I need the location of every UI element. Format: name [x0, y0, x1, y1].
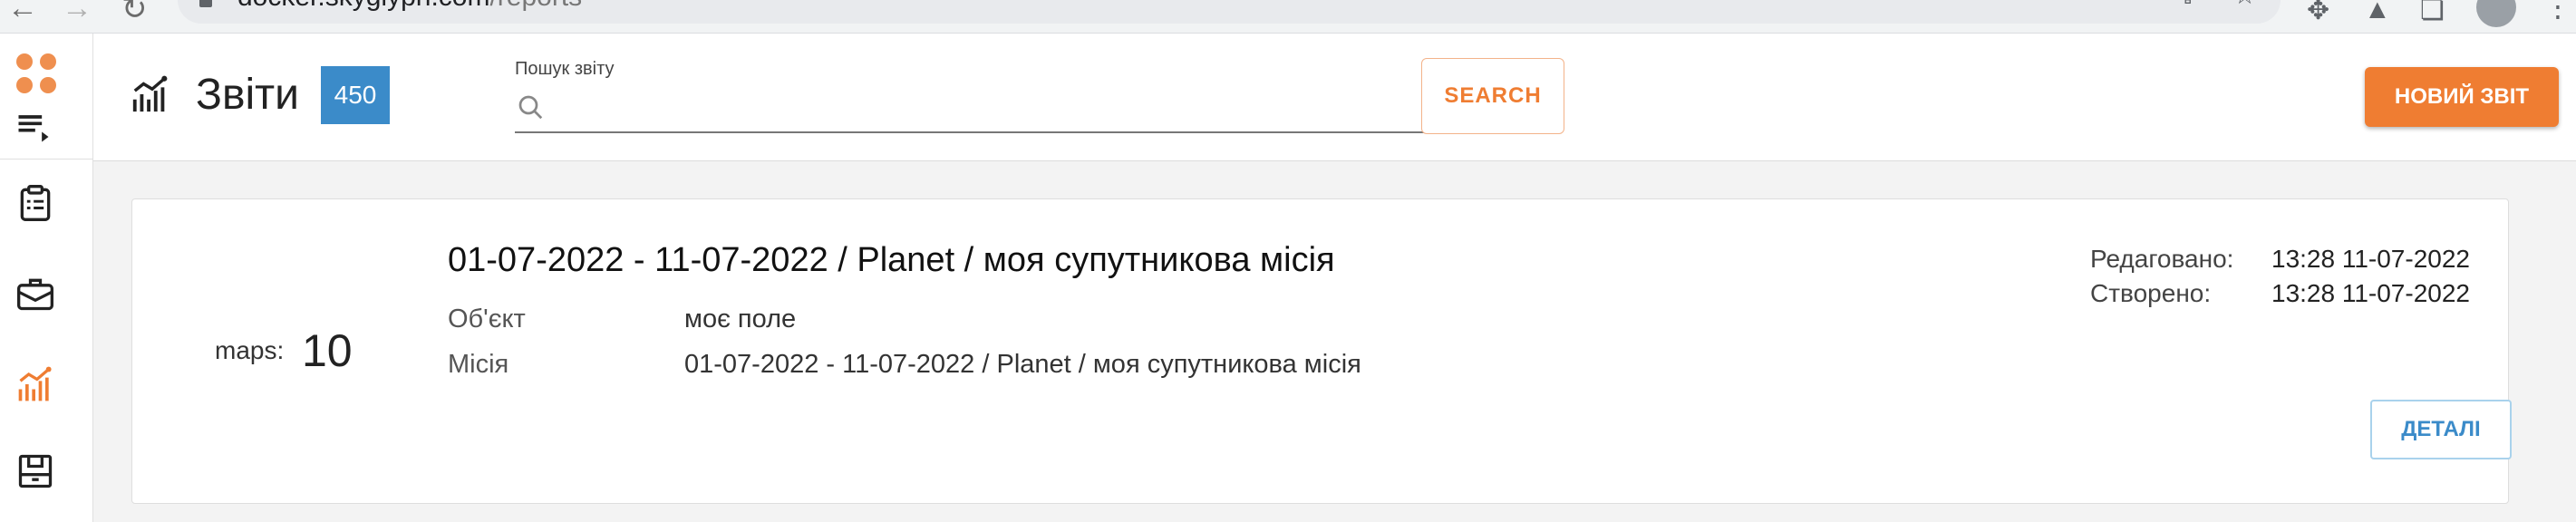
mission-value: 01-07-2022 - 11-07-2022 / Planet / моя с…: [684, 350, 1361, 379]
sidebar: [0, 34, 93, 522]
browser-toolbar: ← → ↻ docker.skyglyph.com/reports ⇪ ☆ ✥ …: [0, 0, 2576, 34]
maps-label: maps:: [215, 336, 285, 364]
app-logo-icon[interactable]: [16, 53, 58, 95]
new-report-button[interactable]: НОВИЙ ЗВІТ: [2365, 67, 2559, 127]
report-count-badge: 450: [321, 66, 390, 124]
briefcase-icon: [17, 278, 53, 311]
mission-label: Місія: [448, 350, 509, 379]
sidebar-item-archive[interactable]: [15, 450, 56, 492]
maps-count: 10: [302, 325, 353, 376]
address-bar[interactable]: docker.skyglyph.com/reports ⇪ ☆: [178, 0, 2281, 24]
search-input[interactable]: [547, 87, 1515, 129]
analytics-icon: [18, 366, 52, 401]
edited-label: Редаговано:: [2090, 245, 2234, 273]
reload-icon[interactable]: ↻: [121, 0, 148, 27]
bookmark-star-icon[interactable]: ☆: [2233, 0, 2256, 10]
archive-icon: [18, 454, 53, 488]
share-icon[interactable]: ⇪: [2177, 0, 2198, 10]
sidebar-item-projects[interactable]: [15, 273, 56, 314]
extensions-puzzle-icon[interactable]: ✥: [2307, 0, 2329, 26]
page-header: Звіти 450 Пошук звіту SEARCH НОВИЙ ЗВІТ: [93, 34, 2576, 161]
profile-avatar[interactable]: [2476, 0, 2516, 27]
menu-toggle-icon[interactable]: [13, 106, 54, 148]
created-value: 13:28 11-07-2022: [2271, 279, 2470, 307]
tab-search-icon[interactable]: ❏: [2420, 0, 2445, 26]
report-card: maps: 10 01-07-2022 - 11-07-2022 / Plane…: [131, 198, 2512, 504]
report-title: 01-07-2022 - 11-07-2022 / Planet / моя с…: [448, 241, 1335, 279]
page-title: Звіти: [196, 71, 299, 119]
sidebar-item-reports[interactable]: [15, 363, 56, 405]
created-label: Створено:: [2090, 279, 2212, 307]
clipboard-icon: [20, 185, 51, 221]
edited-value: 13:28 11-07-2022: [2271, 245, 2470, 273]
sidebar-item-tasks[interactable]: [15, 182, 56, 224]
back-icon[interactable]: ←: [7, 0, 38, 26]
url-text: docker.skyglyph.com/reports: [237, 0, 582, 13]
details-button[interactable]: ДЕТАЛІ: [2370, 400, 2512, 459]
object-value: моє поле: [684, 304, 797, 334]
reports-title-icon: [130, 73, 171, 115]
sidebar-divider: [0, 159, 92, 160]
search-icon: [518, 95, 543, 120]
search-field[interactable]: [515, 84, 1515, 133]
search-label: Пошук звіту: [515, 59, 615, 79]
extension-icon[interactable]: ▲: [2364, 0, 2391, 25]
object-label: Об'єкт: [448, 304, 526, 334]
more-menu-icon[interactable]: ⋮: [2543, 0, 2572, 24]
lock-icon: [199, 0, 212, 7]
search-button[interactable]: SEARCH: [1421, 58, 1564, 134]
forward-icon[interactable]: →: [62, 0, 92, 26]
